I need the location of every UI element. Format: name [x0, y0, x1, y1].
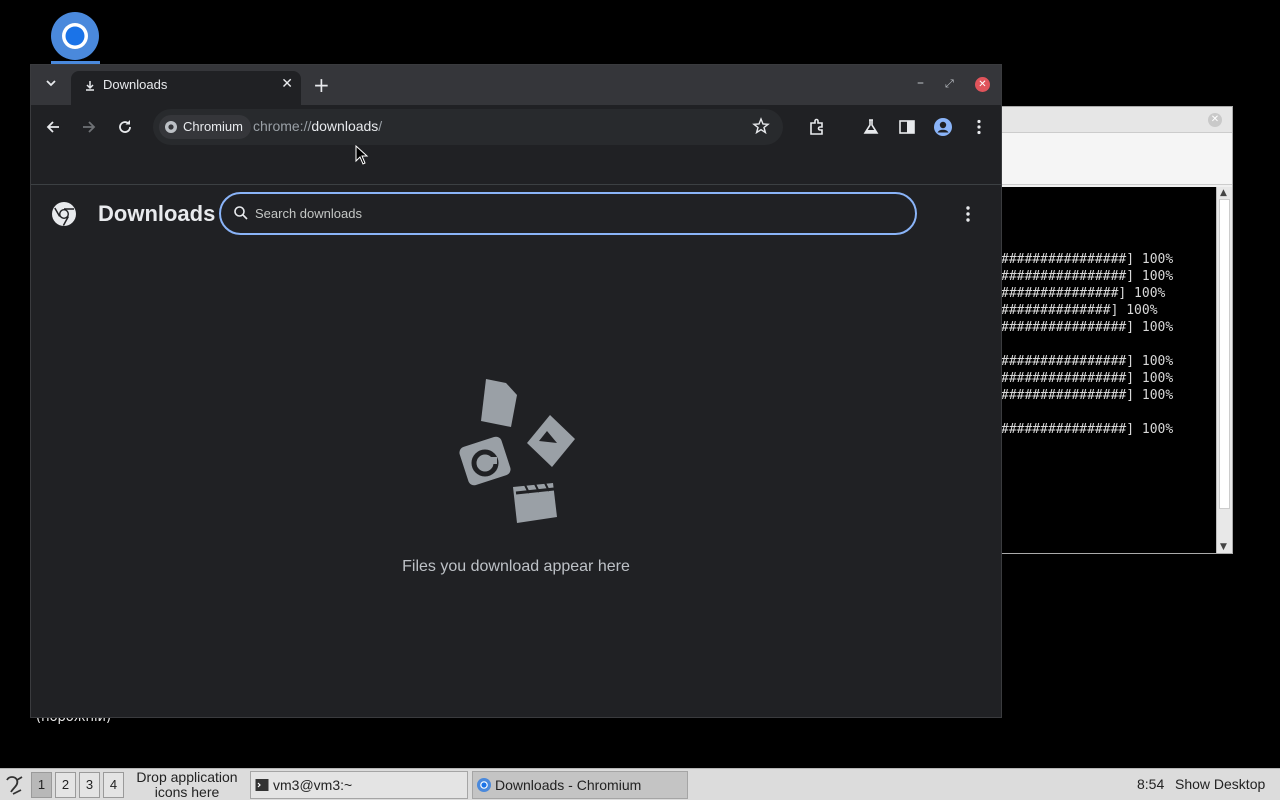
page-title: Downloads — [98, 201, 216, 226]
reload-icon[interactable] — [115, 117, 135, 137]
menu-kebab-icon[interactable] — [969, 117, 989, 137]
profile-avatar-icon[interactable] — [933, 117, 953, 137]
restore-button[interactable]: ⤢ — [945, 77, 954, 91]
url-tail: / — [378, 118, 383, 134]
mouse-cursor-icon — [355, 145, 369, 165]
terminal-line: ################] 100% — [1001, 422, 1174, 437]
new-tab-button[interactable]: + — [313, 73, 330, 97]
terminal-screen[interactable]: ################] 100% ################] … — [1001, 187, 1217, 553]
desktop: (порожній) ✕ ################] 100%#####… — [0, 0, 1280, 768]
chromium-icon — [477, 778, 491, 792]
launcher-drop-zone[interactable]: Drop application icons here — [128, 770, 246, 800]
side-panel-icon[interactable] — [897, 117, 917, 137]
scroll-up-icon[interactable]: ▲ — [1220, 188, 1227, 198]
labs-flask-icon[interactable] — [861, 117, 881, 137]
downloads-menu-icon[interactable] — [965, 205, 971, 223]
tab-strip: Downloads ✕ + – ⤢ ✕ — [31, 65, 1001, 105]
search-input[interactable] — [255, 203, 895, 223]
chip-label: Chromium — [183, 119, 243, 134]
chromium-window[interactable]: Downloads ✕ + – ⤢ ✕ Chromium chrome://do… — [30, 64, 1002, 718]
taskbar-item-label: vm3@vm3:~ — [273, 777, 353, 793]
taskbar-item-chromium[interactable]: Downloads - Chromium — [472, 771, 688, 799]
terminal-line: ##############] 100% — [1001, 303, 1158, 318]
browser-toolbar: Chromium chrome://downloads/ — [31, 105, 1001, 149]
terminal-icon — [255, 779, 269, 791]
bookmark-star-icon[interactable] — [751, 116, 771, 136]
terminal-line: ################] 100% — [1001, 252, 1174, 267]
bookmarks-bar — [31, 149, 1001, 185]
search-downloads-field[interactable] — [219, 192, 917, 235]
terminal-line: ################] 100% — [1001, 388, 1174, 403]
terminal-line: ################] 100% — [1001, 354, 1174, 369]
chevron-down-icon — [46, 80, 56, 87]
chromium-logo-icon — [52, 202, 76, 226]
scroll-down-icon[interactable]: ▼ — [1220, 542, 1227, 552]
search-icon — [234, 206, 248, 220]
taskbar-item-label: Downloads - Chromium — [495, 777, 642, 793]
taskbar: 1 2 3 4 Drop application icons here vm3@… — [0, 768, 1280, 800]
url-scheme: chrome:// — [253, 118, 312, 134]
minimize-button[interactable]: – — [917, 75, 924, 91]
empty-downloads-illustration — [459, 379, 575, 523]
chromium-icon — [165, 121, 177, 133]
terminal-window[interactable]: ✕ ################] 100% ################… — [1000, 106, 1233, 554]
terminal-line: ################] 100% — [1001, 371, 1174, 386]
back-arrow-icon[interactable] — [43, 117, 63, 137]
empty-state-message: Files you download appear here — [402, 558, 630, 575]
window-close-button[interactable]: ✕ — [975, 77, 990, 92]
start-menu-icon[interactable] — [3, 772, 27, 798]
show-desktop-button[interactable]: Show Desktop — [1175, 776, 1265, 792]
tab-search-button[interactable] — [39, 74, 63, 98]
address-bar[interactable]: Chromium chrome://downloads/ — [153, 109, 783, 145]
tab-downloads[interactable]: Downloads ✕ — [71, 71, 301, 105]
url-host: downloads — [311, 118, 379, 134]
terminal-scrollbar[interactable]: ▲ ▼ — [1216, 187, 1232, 553]
terminal-line: ################] 100% — [1001, 320, 1174, 335]
taskbar-item-terminal[interactable]: vm3@vm3:~ — [250, 771, 468, 799]
terminal-line: ################] 100% — [1001, 269, 1174, 284]
site-info-chip[interactable]: Chromium — [159, 115, 251, 139]
workspace-4-button[interactable]: 4 — [103, 772, 124, 798]
workspace-1-button[interactable]: 1 — [31, 772, 52, 798]
workspace-2-button[interactable]: 2 — [55, 772, 76, 798]
chromium-desktop-icon[interactable] — [50, 12, 100, 64]
tab-title: Downloads — [103, 77, 168, 92]
download-icon — [86, 81, 94, 91]
scrollbar-thumb[interactable] — [1219, 199, 1230, 509]
extensions-icon[interactable] — [807, 117, 827, 137]
terminal-menubar — [1001, 133, 1232, 185]
workspace-3-button[interactable]: 3 — [79, 772, 100, 798]
terminal-close-button[interactable]: ✕ — [1208, 113, 1222, 127]
downloads-header: Downloads — [31, 185, 1001, 243]
url-text[interactable]: chrome://downloads/ — [253, 118, 382, 134]
tab-close-button[interactable]: ✕ — [281, 76, 293, 92]
forward-arrow-icon[interactable] — [79, 117, 99, 137]
terminal-line: ###############] 100% — [1001, 286, 1166, 301]
clock[interactable]: 8:54 — [1137, 776, 1164, 792]
terminal-titlebar[interactable]: ✕ — [1001, 107, 1232, 133]
